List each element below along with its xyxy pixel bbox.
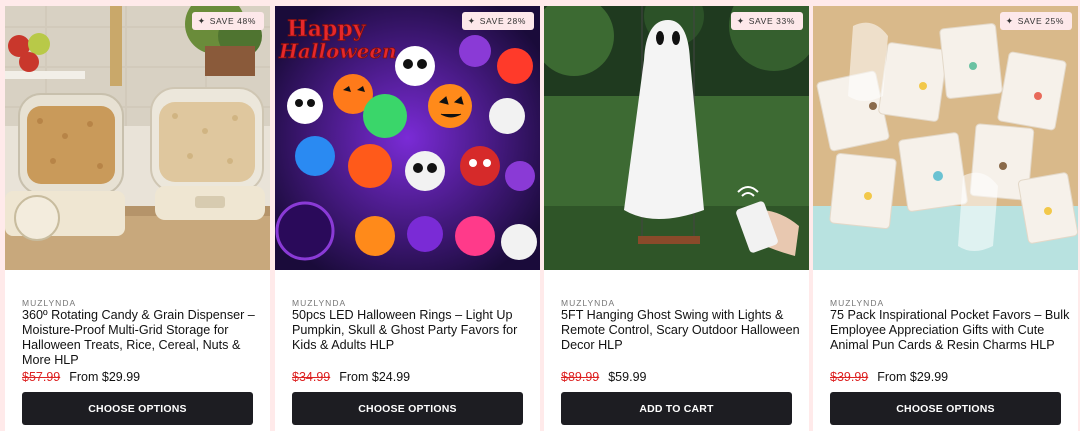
discount-badge: ✦ SAVE 33% (730, 12, 803, 30)
sparkle-icon: ✦ (197, 15, 206, 26)
choose-options-button[interactable]: CHOOSE OPTIONS (22, 392, 253, 425)
image-caption-halloween: Halloween (278, 39, 397, 63)
choose-options-button[interactable]: CHOOSE OPTIONS (292, 392, 523, 425)
compare-at-price: $57.99 (22, 370, 61, 384)
sparkle-icon: ✦ (1005, 15, 1014, 26)
product-vendor: MUZLYNDA (561, 298, 616, 308)
badge-label: SAVE 33% (748, 16, 795, 26)
halloween-rings-image: Happy Halloween (275, 6, 540, 270)
badge-label: SAVE 25% (1017, 16, 1064, 26)
choose-options-button[interactable]: CHOOSE OPTIONS (830, 392, 1061, 425)
price-row: $39.99 From $29.99 (830, 370, 948, 384)
price-row: $57.99 From $29.99 (22, 370, 140, 384)
badge-label: SAVE 48% (209, 16, 256, 26)
product-image[interactable]: ✦ SAVE 25% (813, 6, 1078, 270)
product-vendor: MUZLYNDA (22, 298, 77, 308)
discount-badge: ✦ SAVE 28% (461, 12, 534, 30)
product-grid: ✦ SAVE 48% MUZLYNDA 360º Rotating Candy … (5, 6, 1078, 431)
sparkle-icon: ✦ (467, 15, 476, 26)
add-to-cart-button[interactable]: ADD TO CART (561, 392, 792, 425)
product-title-link[interactable]: 75 Pack Inspirational Pocket Favors – Bu… (830, 308, 1070, 353)
compare-at-price: $39.99 (830, 370, 869, 384)
product-card[interactable]: Happy Halloween ✦ SAVE 28% MUZLYNDA 50pc… (275, 6, 540, 431)
pocket-favors-image (813, 6, 1078, 270)
price-row: $34.99 From $24.99 (292, 370, 410, 384)
product-title-link[interactable]: 50pcs LED Halloween Rings – Light Up Pum… (292, 308, 532, 353)
sale-price: From $29.99 (877, 370, 949, 384)
discount-badge: ✦ SAVE 25% (999, 12, 1072, 30)
grain-dispenser-image (5, 6, 270, 270)
product-image[interactable]: Happy Halloween ✦ SAVE 28% (275, 6, 540, 270)
product-vendor: MUZLYNDA (830, 298, 885, 308)
product-image[interactable]: ✦ SAVE 33% (544, 6, 809, 270)
price-row: $89.99 $59.99 (561, 370, 646, 384)
product-card[interactable]: ✦ SAVE 48% MUZLYNDA 360º Rotating Candy … (5, 6, 270, 431)
product-title-link[interactable]: 5FT Hanging Ghost Swing with Lights & Re… (561, 308, 801, 353)
product-title-link[interactable]: 360º Rotating Candy & Grain Dispenser – … (22, 308, 262, 368)
product-vendor: MUZLYNDA (292, 298, 347, 308)
ghost-swing-image (544, 6, 809, 270)
sparkle-icon: ✦ (736, 15, 745, 26)
sale-price: From $29.99 (69, 370, 141, 384)
product-image[interactable]: ✦ SAVE 48% (5, 6, 270, 270)
product-card[interactable]: ✦ SAVE 25% MUZLYNDA 75 Pack Inspirationa… (813, 6, 1078, 431)
sale-price: From $24.99 (339, 370, 411, 384)
compare-at-price: $89.99 (561, 370, 600, 384)
badge-label: SAVE 28% (479, 16, 526, 26)
discount-badge: ✦ SAVE 48% (191, 12, 264, 30)
product-card[interactable]: ✦ SAVE 33% MUZLYNDA 5FT Hanging Ghost Sw… (544, 6, 809, 431)
sale-price: $59.99 (608, 370, 647, 384)
compare-at-price: $34.99 (292, 370, 331, 384)
